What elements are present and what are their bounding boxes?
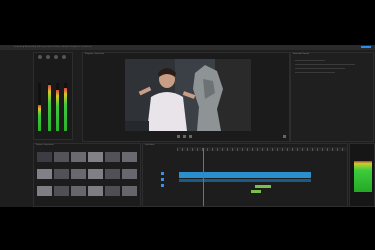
- transport-controls: [87, 134, 287, 139]
- play-icon[interactable]: [183, 135, 186, 138]
- clip-thumbnail[interactable]: [54, 152, 69, 162]
- ruler-tick: [217, 148, 218, 151]
- timeline-panel: Interview: [142, 143, 348, 207]
- ruler-tick: [317, 148, 318, 151]
- ruler-tick: [297, 148, 298, 151]
- clip-thumbnail[interactable]: [37, 186, 52, 196]
- audio-track-mixer: [33, 52, 73, 140]
- clip-thumbnail[interactable]: [71, 152, 86, 162]
- master-meter-fill: [354, 161, 372, 192]
- ruler-tick: [252, 148, 253, 151]
- track-sync-icon[interactable]: [161, 178, 164, 181]
- timeline-title: Interview: [145, 144, 155, 146]
- pan-knob[interactable]: [54, 55, 58, 59]
- step-forward-icon[interactable]: [189, 135, 192, 138]
- clip-thumbnail[interactable]: [88, 169, 103, 179]
- bin-title: Project: Interview: [36, 144, 54, 146]
- ruler-tick: [242, 148, 243, 151]
- audio-clip[interactable]: [251, 190, 261, 193]
- ruler-tick: [312, 148, 313, 151]
- ruler-tick: [267, 148, 268, 151]
- audio-waveform[interactable]: [179, 179, 311, 182]
- clip-thumbnail[interactable]: [105, 169, 120, 179]
- ruler-tick: [307, 148, 308, 151]
- ruler-tick: [232, 148, 233, 151]
- clip-thumbnail[interactable]: [122, 152, 137, 162]
- settings-icon[interactable]: [283, 135, 286, 138]
- premiere-window: Learning Assembly Editing Color Effects …: [0, 45, 375, 207]
- clip-thumbnail[interactable]: [54, 186, 69, 196]
- track-lock-icon[interactable]: [161, 172, 164, 175]
- interview-frame-image: [125, 59, 251, 131]
- clip-thumbnail[interactable]: [37, 152, 52, 162]
- workspace-bar: Learning Assembly Editing Color Effects …: [0, 45, 375, 50]
- ruler-tick: [327, 148, 328, 151]
- ruler-tick: [287, 148, 288, 151]
- ruler-tick: [177, 148, 178, 151]
- ruler-tick: [222, 148, 223, 151]
- workspace-tabs[interactable]: Learning Assembly Editing Color Effects …: [14, 46, 92, 48]
- channel-meter: [56, 83, 59, 131]
- panel-row[interactable]: [295, 68, 345, 69]
- ruler-tick: [187, 148, 188, 151]
- pan-knob[interactable]: [46, 55, 50, 59]
- panel-title: Essential Sound: [293, 53, 309, 55]
- ruler-tick: [257, 148, 258, 151]
- ruler-tick: [337, 148, 338, 151]
- pan-knob[interactable]: [62, 55, 66, 59]
- ruler-tick: [282, 148, 283, 151]
- panel-row[interactable]: [295, 64, 355, 65]
- channel-meter: [48, 83, 51, 131]
- clip-thumbnail[interactable]: [88, 152, 103, 162]
- clip-thumbnail[interactable]: [71, 186, 86, 196]
- clip-thumbnail[interactable]: [54, 169, 69, 179]
- ruler-tick: [322, 148, 323, 151]
- ruler-tick: [212, 148, 213, 151]
- clip-thumbnail[interactable]: [37, 169, 52, 179]
- ruler-tick: [277, 148, 278, 151]
- video-clip[interactable]: [179, 172, 311, 178]
- meter-fill: [56, 90, 59, 131]
- ruler-tick: [262, 148, 263, 151]
- ruler-tick: [207, 148, 208, 151]
- monitor-title: Program: Interview: [85, 53, 105, 55]
- meter-fill: [64, 87, 67, 131]
- essential-sound-panel: Essential Sound: [290, 52, 374, 142]
- clip-thumbnail[interactable]: [122, 186, 137, 196]
- playhead[interactable]: [203, 148, 204, 206]
- master-audio-meter: [349, 143, 375, 207]
- meter-fill: [38, 104, 41, 131]
- ruler-tick: [342, 148, 343, 151]
- channel-meter: [64, 83, 67, 131]
- audio-clip[interactable]: [255, 185, 271, 188]
- clip-thumbnail[interactable]: [71, 169, 86, 179]
- pan-knob[interactable]: [38, 55, 42, 59]
- clip-thumbnail[interactable]: [105, 186, 120, 196]
- clip-thumbnail[interactable]: [88, 186, 103, 196]
- ruler-tick: [197, 148, 198, 151]
- ruler-tick: [192, 148, 193, 151]
- ruler-tick: [247, 148, 248, 151]
- ruler-tick: [237, 148, 238, 151]
- ruler-tick: [182, 148, 183, 151]
- ruler-tick: [302, 148, 303, 151]
- panel-row[interactable]: [295, 60, 325, 61]
- ruler-tick: [332, 148, 333, 151]
- panel-row[interactable]: [295, 72, 335, 73]
- ruler-tick: [292, 148, 293, 151]
- active-workspace-indicator: [361, 46, 371, 48]
- ruler-tick: [227, 148, 228, 151]
- clip-thumbnail[interactable]: [105, 152, 120, 162]
- clip-thumbnail[interactable]: [122, 169, 137, 179]
- meter-fill: [48, 85, 51, 131]
- video-frame: [125, 59, 251, 131]
- ruler-tick: [272, 148, 273, 151]
- program-monitor: Program: Interview: [82, 52, 290, 142]
- channel-meter: [38, 83, 41, 131]
- project-bin: Project: Interview: [33, 143, 141, 207]
- track-target-icon[interactable]: [161, 184, 164, 187]
- step-back-icon[interactable]: [177, 135, 180, 138]
